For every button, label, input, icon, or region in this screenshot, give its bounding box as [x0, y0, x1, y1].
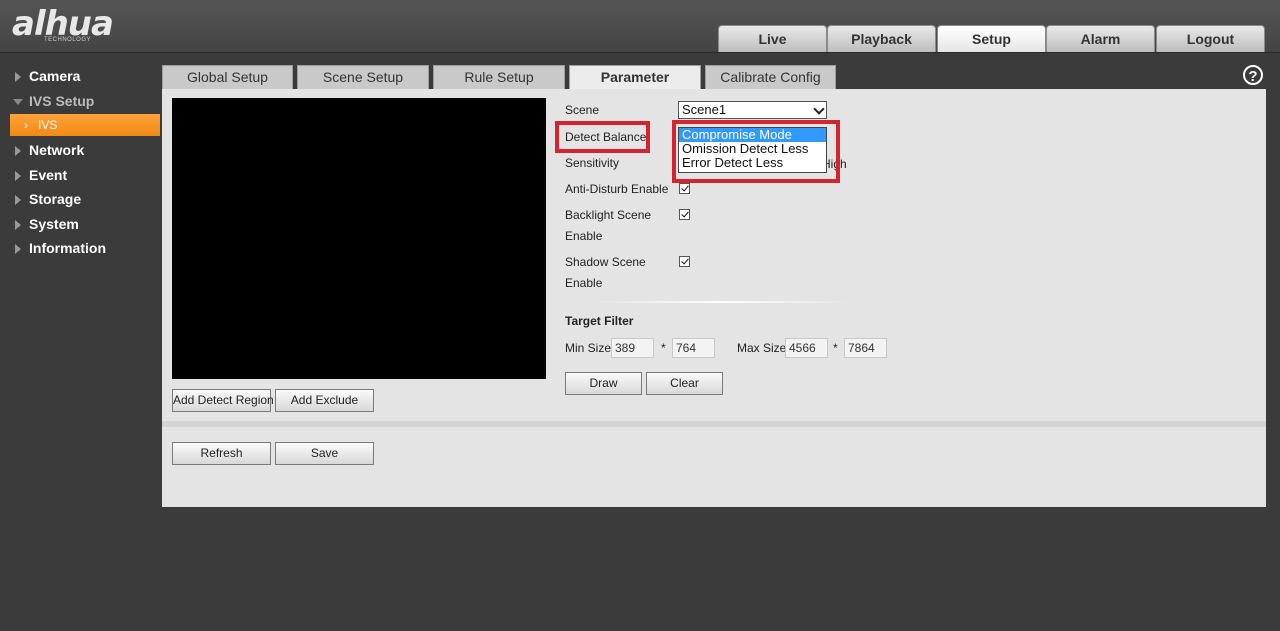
- expand-arrow-icon: [15, 72, 21, 82]
- nav-tab-logout[interactable]: Logout: [1156, 25, 1265, 52]
- expand-arrow-icon: [15, 146, 21, 156]
- panel-separator: [162, 421, 1266, 427]
- sidebar-item-system[interactable]: System: [0, 212, 162, 237]
- sensitivity-label: Sensitivity: [565, 156, 620, 170]
- min-width-input[interactable]: 389: [611, 338, 654, 358]
- sidebar-item-label: Camera: [29, 68, 81, 84]
- parameter-panel: Add Detect Region Add Exclude Scene Scen…: [162, 89, 1266, 507]
- video-preview[interactable]: [172, 98, 546, 379]
- section-divider: [592, 301, 852, 303]
- highlight-box-dropdown: [672, 120, 840, 183]
- collapse-arrow-icon: [13, 98, 23, 105]
- expand-arrow-icon: [15, 170, 21, 181]
- sidebar-subitem-ivs[interactable]: › IVS: [10, 114, 160, 136]
- target-filter-heading: Target Filter: [565, 314, 634, 328]
- scene-select[interactable]: Scene1: [678, 101, 827, 119]
- sidebar-item-label: Information: [29, 240, 106, 256]
- clear-button[interactable]: Clear: [646, 372, 723, 395]
- sidebar-item-ivs-setup[interactable]: IVS Setup: [0, 89, 162, 114]
- logo-tagline: TECHNOLOGY: [44, 37, 92, 43]
- expand-arrow-icon: [15, 244, 21, 254]
- min-size-label: Min Size: [565, 341, 612, 355]
- save-button[interactable]: Save: [275, 442, 374, 465]
- sidebar-item-network[interactable]: Network: [0, 138, 162, 163]
- sidebar-item-event[interactable]: Event: [0, 163, 162, 188]
- sidebar-item-label: Event: [29, 166, 68, 183]
- min-height-input[interactable]: 764: [672, 338, 715, 358]
- backlight-enable-label: Enable: [565, 229, 603, 243]
- sidebar-item-label: IVS Setup: [29, 92, 95, 109]
- draw-button[interactable]: Draw: [565, 372, 642, 395]
- sidebar-item-information[interactable]: Information: [0, 236, 162, 261]
- scene-label: Scene: [565, 103, 600, 117]
- shadow-scene-label: Shadow Scene: [565, 255, 646, 269]
- tab-scene-setup[interactable]: Scene Setup: [297, 65, 429, 89]
- tab-rule-setup[interactable]: Rule Setup: [433, 65, 565, 89]
- sidebar-menu: Camera IVS Setup › IVS Network Event Stor…: [0, 64, 162, 261]
- backlight-scene-label: Backlight Scene: [565, 208, 652, 222]
- highlight-box-detect-balance: [555, 121, 650, 153]
- sidebar-item-camera[interactable]: Camera: [0, 64, 162, 89]
- times-symbol: *: [833, 341, 838, 355]
- shadow-enable-label: Enable: [565, 276, 603, 290]
- tab-calibrate-config[interactable]: Calibrate Config: [705, 65, 836, 89]
- tab-parameter[interactable]: Parameter: [569, 65, 701, 90]
- max-height-input[interactable]: 7864: [844, 338, 887, 358]
- anti-disturb-label: Anti-Disturb Enable: [565, 182, 669, 196]
- header-bar: alhua TECHNOLOGY Live Playback Setup Ala…: [0, 0, 1280, 53]
- refresh-button[interactable]: Refresh: [172, 442, 271, 465]
- anti-disturb-checkbox[interactable]: [679, 183, 690, 194]
- add-detect-region-button[interactable]: Add Detect Region: [172, 389, 274, 412]
- nav-tab-alarm[interactable]: Alarm: [1046, 25, 1155, 52]
- expand-arrow-icon: [15, 219, 21, 230]
- nav-tab-setup[interactable]: Setup: [937, 25, 1046, 52]
- max-width-input[interactable]: 4566: [785, 338, 828, 358]
- tab-global-setup[interactable]: Global Setup: [162, 65, 293, 89]
- sidebar-subitem-label: IVS: [38, 118, 58, 132]
- add-exclude-button[interactable]: Add Exclude: [275, 389, 374, 412]
- backlight-scene-checkbox[interactable]: [679, 209, 690, 220]
- sidebar-item-label: Storage: [29, 191, 82, 207]
- times-symbol: *: [661, 341, 666, 355]
- chevron-down-icon: [813, 103, 825, 115]
- sidebar-item-label: Network: [29, 142, 85, 158]
- nav-tab-live[interactable]: Live: [718, 25, 827, 52]
- sidebar-item-label: System: [29, 215, 79, 232]
- nav-tab-playback[interactable]: Playback: [827, 25, 936, 52]
- shadow-scene-checkbox[interactable]: [679, 256, 690, 267]
- help-icon[interactable]: ?: [1243, 65, 1263, 85]
- chevron-right-icon: ›: [24, 118, 28, 132]
- scene-select-value: Scene1: [682, 102, 727, 117]
- sidebar-item-storage[interactable]: Storage: [0, 187, 162, 212]
- expand-arrow-icon: [15, 195, 21, 205]
- max-size-label: Max Size: [737, 341, 787, 355]
